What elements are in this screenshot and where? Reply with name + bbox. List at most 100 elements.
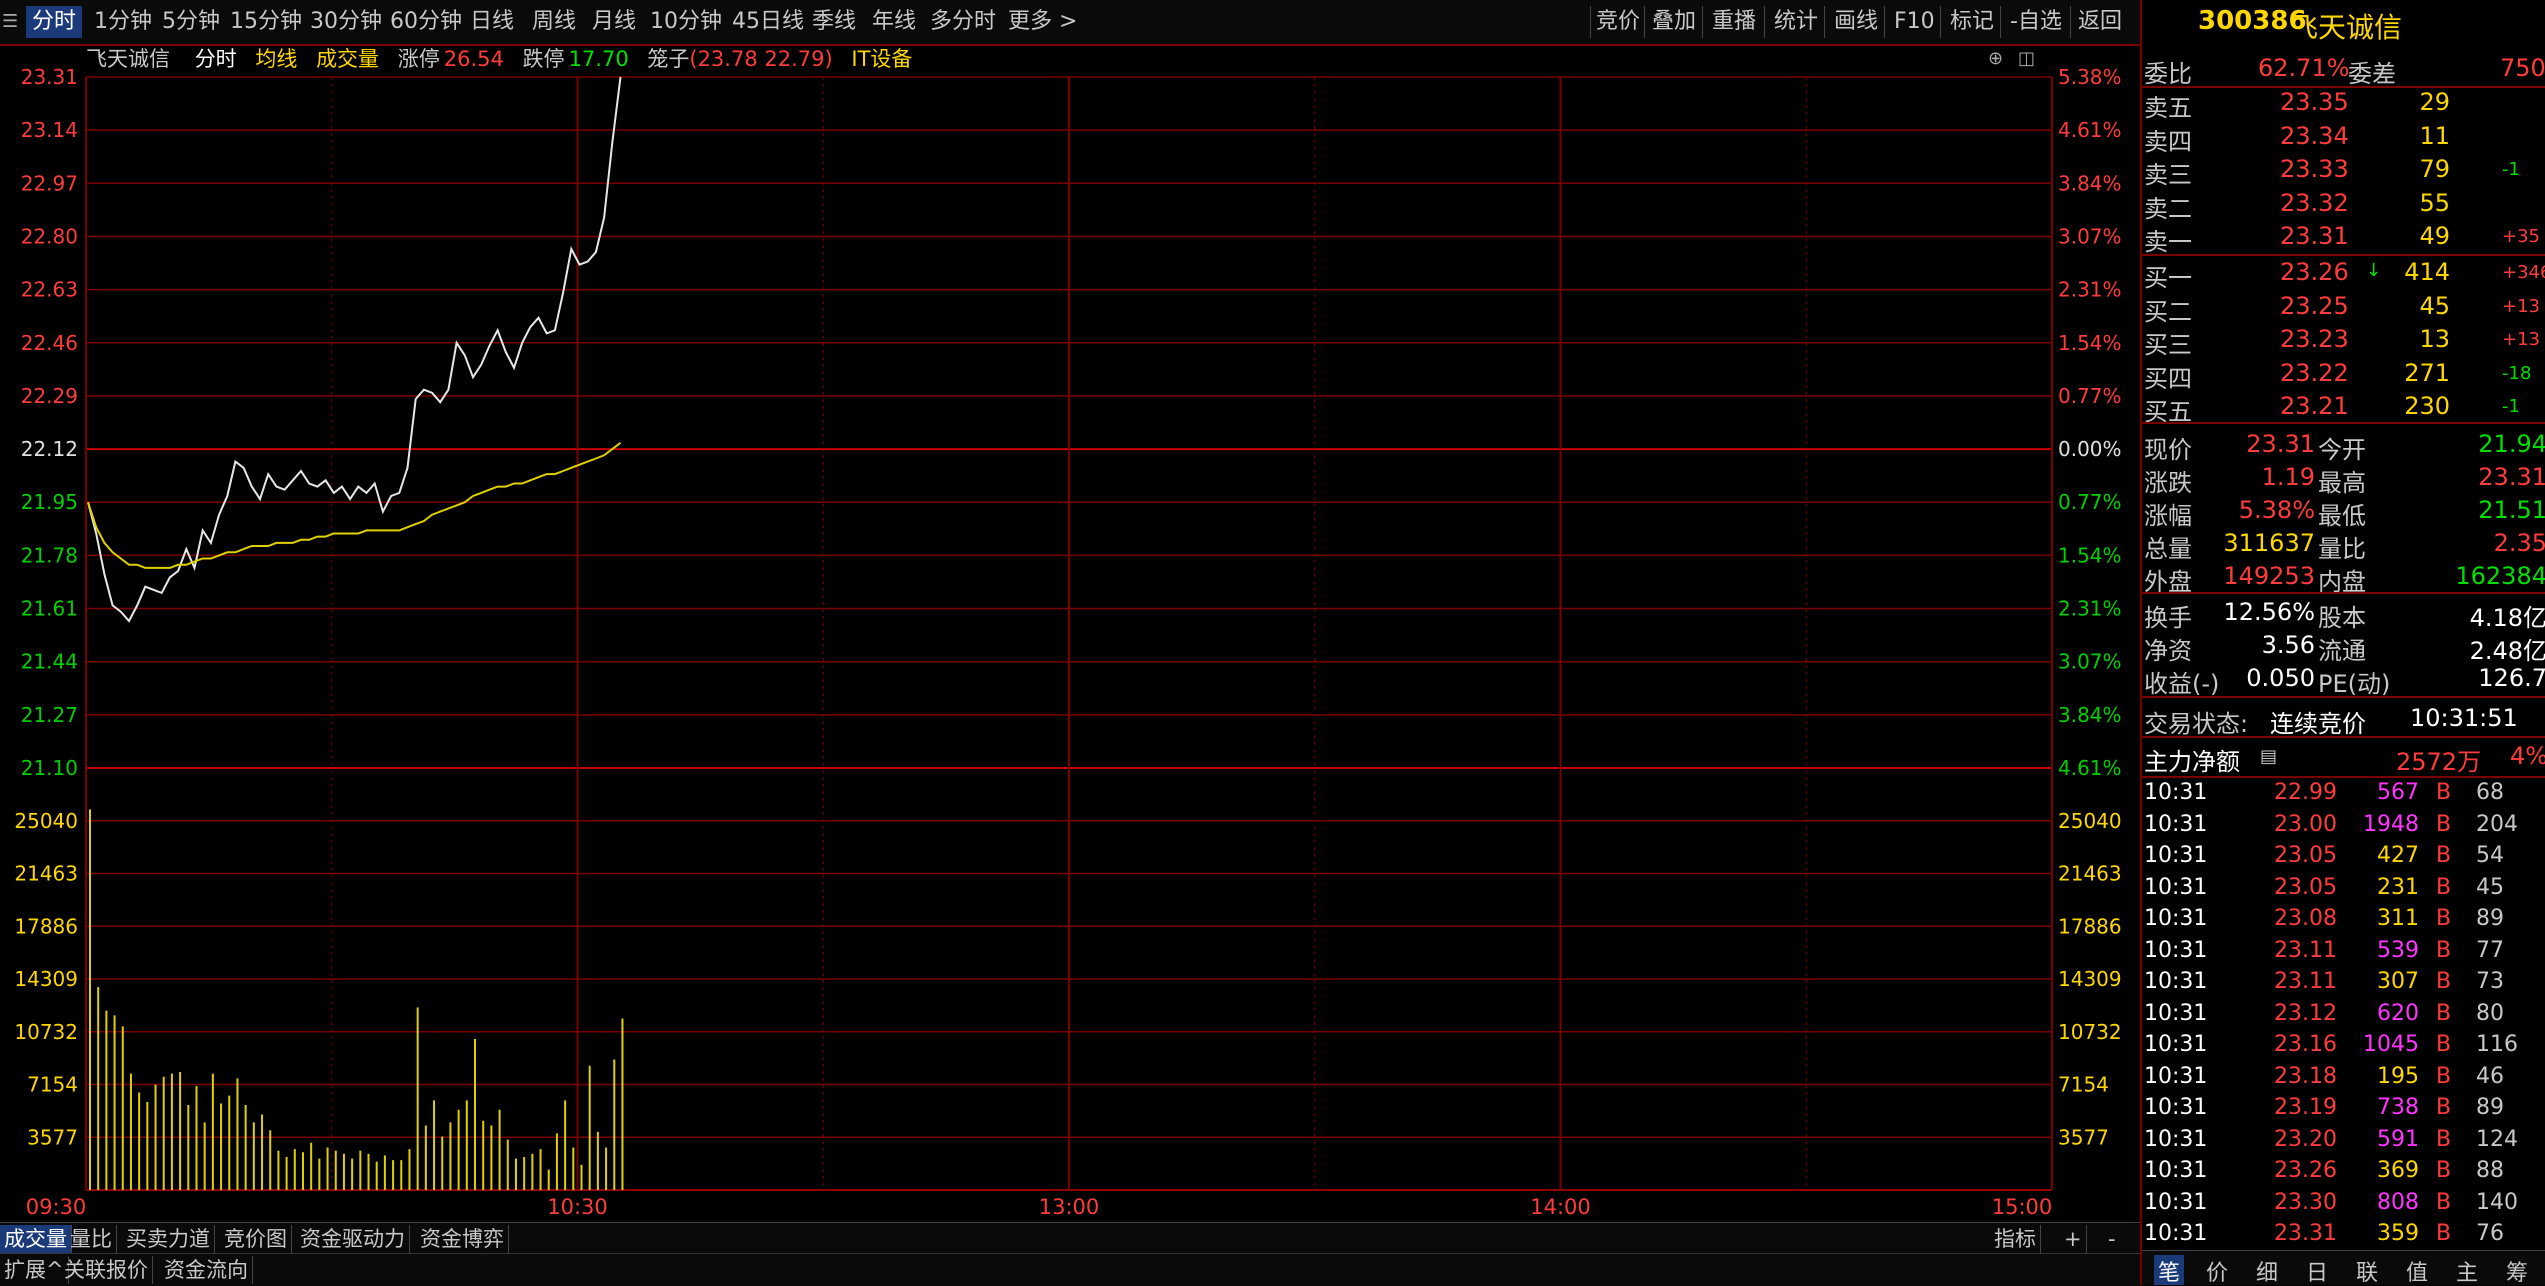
tick-price: 23.31 (2274, 1221, 2337, 1246)
stat-label: 收益(-) (2144, 670, 2220, 698)
tick-direction: B (2436, 1221, 2452, 1246)
stat-value: 2.35 (2493, 529, 2545, 557)
stat-label: 最高 (2318, 469, 2366, 497)
price-tick-label: 22.29 (21, 384, 78, 408)
tab-fund-drive[interactable]: 资金驱动力 (296, 1225, 410, 1253)
pct-tick-label: 3.84% (2058, 703, 2122, 727)
ask-change: -1 (2502, 159, 2520, 180)
stat-row: 涨幅 5.38% 最低 21.51 (2142, 494, 2545, 530)
bid-row[interactable]: 买四 23.22 271 -18 (2142, 357, 2545, 393)
volume-tick-label: 21463 (14, 862, 78, 886)
tab-value[interactable]: 值 (2406, 1255, 2428, 1285)
ask-label: 卖一 (2144, 228, 2192, 256)
volume-tick-label: 3577 (2058, 1125, 2109, 1149)
zoom-out-button[interactable]: - (2104, 1225, 2120, 1253)
tab-fund-flow[interactable]: 资金流向 (160, 1256, 253, 1284)
down-arrow-icon: ↓ (2366, 260, 2382, 281)
pct-tick-label: 5.38% (2058, 65, 2122, 89)
stat-value: 3.56 (2261, 631, 2315, 659)
tab-link[interactable]: 联 (2356, 1255, 2378, 1285)
ask-row[interactable]: 卖二 23.32 55 (2142, 187, 2545, 223)
stat-label: 涨跌 (2144, 469, 2192, 497)
ask-price: 23.34 (2280, 121, 2349, 150)
detail-icon[interactable]: ▤ (2260, 746, 2277, 767)
tab-expand[interactable]: 扩展^ (0, 1256, 69, 1284)
tick-volume: 1045 (2363, 1032, 2419, 1057)
bid-row[interactable]: 买五 23.21 230 -1 (2142, 390, 2545, 426)
pct-tick-label: 4.61% (2058, 756, 2122, 780)
bid-row[interactable]: 买一 23.26 414 +346 ↓ (2142, 256, 2545, 292)
time-tick-label: 14:00 (1530, 1195, 1591, 1219)
tab-fund-game[interactable]: 资金博弈 (416, 1225, 509, 1253)
tab-volume[interactable]: 成交量 (0, 1225, 72, 1253)
stat-label: 涨幅 (2144, 502, 2192, 530)
bid-row[interactable]: 买二 23.25 45 +13 (2142, 290, 2545, 326)
tick-price: 23.05 (2274, 843, 2337, 868)
bid-price: 23.25 (2280, 291, 2349, 320)
tick-row: 10:31 23.05 427 B 54 (2142, 841, 2545, 872)
stat-value: 21.94 (2478, 430, 2545, 458)
stat-value: 12.56% (2223, 598, 2315, 626)
tab-detail[interactable]: 细 (2256, 1255, 2278, 1285)
tick-row: 10:31 22.99 567 B 68 (2142, 778, 2545, 809)
tab-main[interactable]: 主 (2456, 1255, 2478, 1285)
tick-count: 89 (2476, 1095, 2504, 1120)
tick-direction: B (2436, 1126, 2452, 1152)
stat-label: 换手 (2144, 604, 2192, 632)
price-tick-label: 22.12 (21, 437, 78, 461)
tick-time: 10:31 (2144, 843, 2208, 868)
stat-value: 2.48亿 (2469, 637, 2545, 665)
volume-tick-label: 17886 (2058, 914, 2122, 938)
ask-row[interactable]: 卖四 23.34 11 (2142, 120, 2545, 156)
tab-ticks[interactable]: 笔 (2154, 1255, 2185, 1285)
pct-tick-label: 2.31% (2058, 278, 2122, 302)
tick-price: 23.11 (2274, 937, 2337, 963)
ask-price: 23.35 (2280, 88, 2349, 116)
tab-day[interactable]: 日 (2306, 1255, 2328, 1285)
stat-label: 最低 (2318, 502, 2366, 530)
stat-value: 162384 (2455, 562, 2545, 590)
stat-value: 5.38% (2238, 496, 2315, 524)
tick-time: 10:31 (2144, 1158, 2208, 1183)
tick-row: 10:31 23.11 539 B 77 (2142, 936, 2545, 967)
price-tick-label: 21.95 (21, 490, 78, 514)
tab-related-quotes[interactable]: 关联报价 (60, 1256, 153, 1284)
time-tick-label: 10:30 (547, 1195, 608, 1219)
zoom-in-button[interactable]: + (2060, 1225, 2087, 1253)
tab-volume-ratio[interactable]: 量比 (66, 1225, 117, 1253)
ask-row[interactable]: 卖一 23.31 49 +35 (2142, 220, 2545, 256)
bid-volume: 45 (2419, 291, 2450, 320)
indicator-button[interactable]: 指标 (1990, 1225, 2041, 1253)
bid-volume: 230 (2404, 392, 2450, 420)
tick-direction: B (2436, 1063, 2452, 1089)
tick-volume: 738 (2377, 1095, 2419, 1120)
stat-label: 量比 (2318, 535, 2366, 563)
pct-tick-label: 0.77% (2058, 384, 2122, 408)
intraday-chart[interactable]: 23.31 5.38% 23.14 4.61% 22.97 3.84% 22.80 3.07%… (0, 0, 2140, 1222)
bid-row[interactable]: 买三 23.23 13 +13 (2142, 323, 2545, 359)
panel-tabs: 笔 价 细 日 联 值 主 筹 (2142, 1250, 2545, 1285)
price-tick-label: 22.97 (21, 171, 78, 195)
stat-row: 现价 23.31 今开 21.94 (2142, 428, 2545, 464)
weibi-row: 委比 62.71% 委差 750 (2142, 52, 2545, 88)
quote-panel: 300386 飞天诚信 委比 62.71% 委差 750 卖五 23.35 29 卖四… (2140, 0, 2545, 1285)
tick-time: 10:31 (2144, 1095, 2208, 1120)
volume-tick-label: 7154 (2058, 1073, 2109, 1097)
stat-value: 21.51 (2478, 496, 2545, 524)
volume-tick-label: 3577 (27, 1125, 78, 1149)
tick-count: 68 (2476, 780, 2504, 805)
tab-price[interactable]: 价 (2206, 1255, 2228, 1285)
bid-volume: 13 (2419, 325, 2450, 353)
tab-auction-chart[interactable]: 竞价图 (220, 1225, 292, 1253)
tab-buy-sell-force[interactable]: 买卖力道 (122, 1225, 215, 1253)
ask-row[interactable]: 卖五 23.35 29 (2142, 86, 2545, 122)
stat-row: 外盘 149253 内盘 162384 (2142, 560, 2545, 596)
ask-label: 卖二 (2144, 194, 2192, 223)
tick-count: 80 (2476, 1000, 2504, 1026)
bid-change: -18 (2502, 362, 2532, 384)
bid-change: -1 (2502, 396, 2520, 417)
stat-label: 现价 (2144, 436, 2192, 464)
tab-chips[interactable]: 筹 (2506, 1255, 2528, 1285)
ask-volume: 29 (2419, 88, 2450, 116)
ask-row[interactable]: 卖三 23.33 79 -1 (2142, 153, 2545, 189)
